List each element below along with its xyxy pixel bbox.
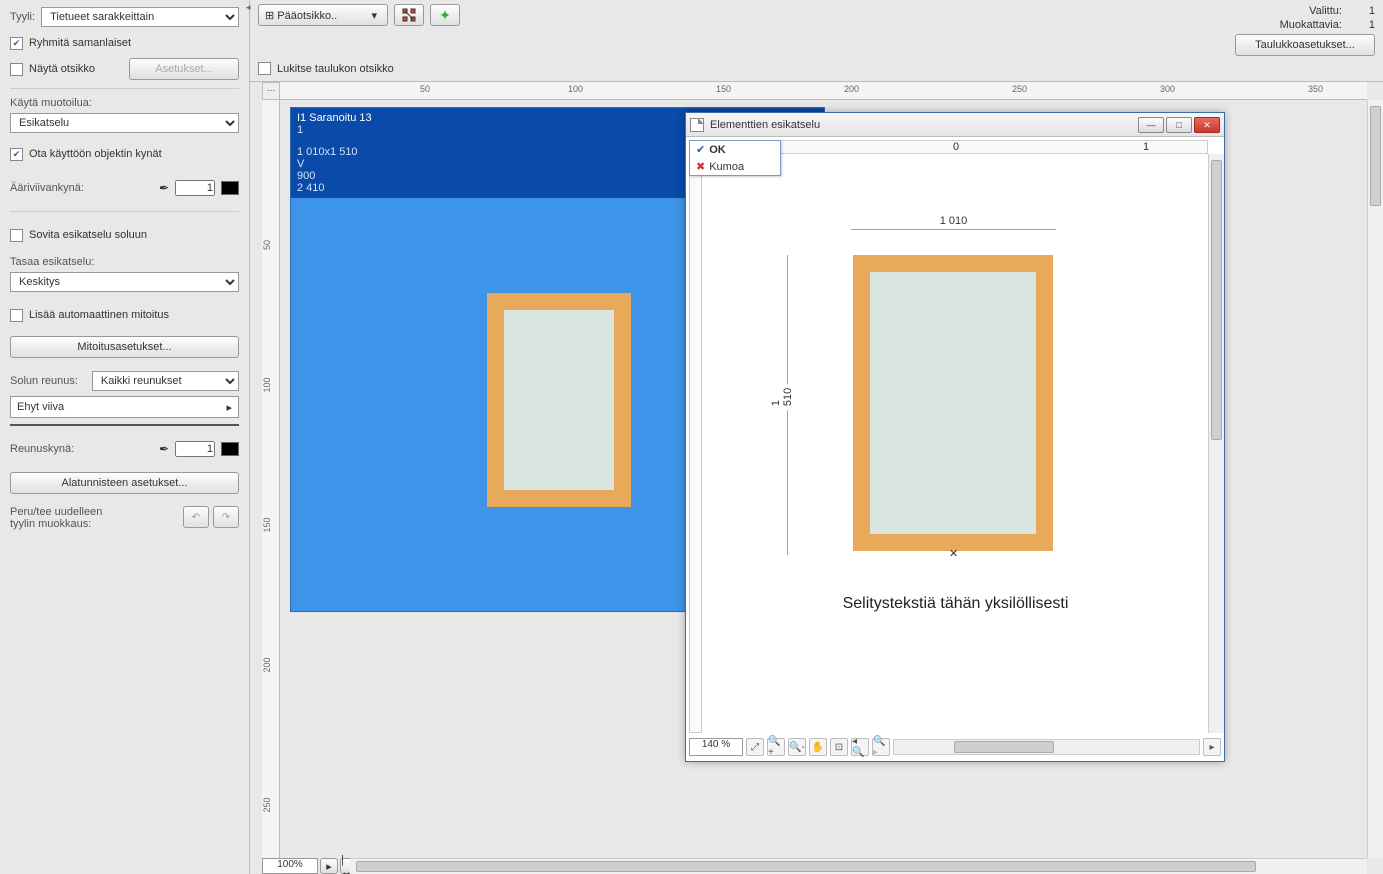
minimize-button[interactable]: — <box>1138 117 1164 133</box>
nav-first-icon[interactable]: ▸ <box>320 858 338 874</box>
use-pens-checkbox[interactable] <box>10 148 23 161</box>
group-similar-checkbox[interactable] <box>10 37 23 50</box>
horizontal-ruler[interactable]: 50 100 150 200 250 300 350 <box>280 82 1367 100</box>
use-pens-label: Ota käyttöön objektin kynät <box>29 148 162 160</box>
cell-border-label: Solun reunus: <box>10 375 78 387</box>
auto-dim-checkbox[interactable] <box>10 309 23 322</box>
main-area: ◂ ⊞ Pääotsikko.. ▾ ✦ Valittu: 1 Muokatta… <box>250 0 1383 874</box>
origin-marker-icon: ✕ <box>949 547 958 560</box>
select-tool-icon[interactable] <box>394 4 424 26</box>
document-icon <box>690 118 704 132</box>
zoom-next-icon[interactable]: 🔍▸ <box>872 738 890 756</box>
close-button[interactable]: ✕ <box>1194 117 1220 133</box>
settings-sidebar: Tyyli: Tietueet sarakkeittain Ryhmitä sa… <box>0 0 250 874</box>
maximize-button[interactable]: □ <box>1166 117 1192 133</box>
style-select[interactable]: Tietueet sarakkeittain <box>41 7 239 27</box>
preview-scrollbar-v[interactable] <box>1208 154 1224 733</box>
show-header-label: Näytä otsikko <box>29 63 95 75</box>
preview-caption: Selitystekstiä tähän yksilöllisesti <box>703 595 1208 613</box>
ruler-corner-button[interactable]: … <box>262 82 280 100</box>
preview-window-frame[interactable] <box>853 255 1053 551</box>
undo-button[interactable]: ↶ <box>183 506 209 528</box>
scroll-right-icon[interactable]: ▸ <box>1203 738 1221 756</box>
preview-canvas[interactable]: 1 010 1 510 ✕ Selitystekstiä tähän yksil… <box>703 155 1208 733</box>
align-preview-label: Tasaa esikatselu: <box>10 256 239 268</box>
group-similar-label: Ryhmitä samanlaiset <box>29 37 131 49</box>
lock-header-label: Lukitse taulukon otsikko <box>277 63 394 75</box>
editable-label: Muokattavia: <box>1280 19 1342 31</box>
fit-preview-checkbox[interactable] <box>10 229 23 242</box>
format-select[interactable]: Esikatselu <box>10 113 239 133</box>
line-type-label: Ehyt viiva <box>17 401 64 413</box>
preview-zoom-field[interactable]: 140 % <box>689 738 743 756</box>
menu-ok[interactable]: ✔OK <box>690 141 780 158</box>
fit-preview-label: Sovita esikatselu soluun <box>29 229 147 241</box>
preview-window-titlebar[interactable]: Elementtien esikatselu — □ ✕ <box>686 113 1224 137</box>
style-label: Tyyli: <box>10 11 35 23</box>
footer-settings-button[interactable]: Alatunnisteen asetukset... <box>10 472 239 494</box>
page-window-frame[interactable] <box>487 293 631 507</box>
align-select[interactable]: Keskitys <box>10 272 239 292</box>
editable-value: 1 <box>1345 18 1375 32</box>
preview-window-title: Elementtien esikatselu <box>710 119 1132 131</box>
outline-color-swatch[interactable] <box>221 181 239 195</box>
border-pen-label: Reunuskynä: <box>10 443 74 455</box>
add-tool-icon[interactable]: ✦ <box>430 4 460 26</box>
main-scrollbar-v[interactable] <box>1367 100 1383 858</box>
outline-pen-label: Ääriviivankynä: <box>10 182 84 194</box>
preview-window[interactable]: Elementtien esikatselu — □ ✕ -1 0 1 <box>685 112 1225 762</box>
pan-icon[interactable]: ✋ <box>809 738 827 756</box>
auto-dim-label: Lisää automaattinen mitoitus <box>29 309 169 321</box>
context-menu: ✔OK ✖Kumoa <box>689 140 781 176</box>
zoom-in-icon[interactable]: 🔍+ <box>767 738 785 756</box>
divider <box>10 88 239 89</box>
preview-v-ruler[interactable] <box>689 154 702 733</box>
border-color-swatch[interactable] <box>221 442 239 456</box>
pen-icon: ✒ <box>159 442 169 456</box>
pen-icon: ✒ <box>159 181 169 195</box>
outline-pen-input[interactable] <box>175 180 215 196</box>
header-settings-button[interactable]: Asetukset... <box>129 58 239 80</box>
menu-cancel[interactable]: ✖Kumoa <box>690 158 780 175</box>
divider <box>10 211 239 212</box>
zoom-out-icon[interactable]: 🔍- <box>788 738 806 756</box>
line-preview <box>10 424 239 426</box>
show-header-checkbox[interactable] <box>10 63 23 76</box>
canvas-area: … 50 100 150 200 250 300 350 50 100 150 … <box>250 81 1383 874</box>
dimension-settings-button[interactable]: Mitoitusasetukset... <box>10 336 239 358</box>
main-zoom-field[interactable]: 100% <box>262 858 318 874</box>
border-pen-input[interactable] <box>175 441 215 457</box>
undo-redo-label: Peru/tee uudelleen tyylin muokkaus: <box>10 506 102 530</box>
zoom-fit-icon[interactable]: ⤢ <box>746 738 764 756</box>
redo-button[interactable]: ↷ <box>213 506 239 528</box>
zoom-extents-icon[interactable]: ⊡ <box>830 738 848 756</box>
preview-window-glass <box>865 267 1041 539</box>
line-type-arrow-icon[interactable]: ▸ <box>226 401 232 414</box>
lock-header-checkbox[interactable] <box>258 62 271 75</box>
selected-label: Valittu: <box>1309 5 1342 17</box>
preview-bottom-toolbar: 140 % ⤢ 🔍+ 🔍- ✋ ⊡ ◂🔍 🔍▸ ▸ <box>689 736 1221 758</box>
apply-format-label: Käytä muotoilua: <box>10 97 239 109</box>
zoom-prev-icon[interactable]: ◂🔍 <box>851 738 869 756</box>
table-settings-button[interactable]: Taulukkoasetukset... <box>1235 34 1375 56</box>
preview-scrollbar-h[interactable] <box>893 739 1200 755</box>
selected-value: 1 <box>1345 4 1375 18</box>
page-window-glass <box>499 305 619 495</box>
main-scrollbar-h[interactable] <box>350 858 1367 874</box>
vertical-ruler[interactable]: 50 100 150 200 250 <box>262 100 280 858</box>
collapse-sidebar-icon[interactable]: ◂ <box>246 2 256 16</box>
dimension-width: 1 010 <box>851 215 1056 227</box>
cell-border-select[interactable]: Kaikki reunukset <box>92 371 239 391</box>
main-header-button[interactable]: ⊞ Pääotsikko.. ▾ <box>258 4 388 26</box>
